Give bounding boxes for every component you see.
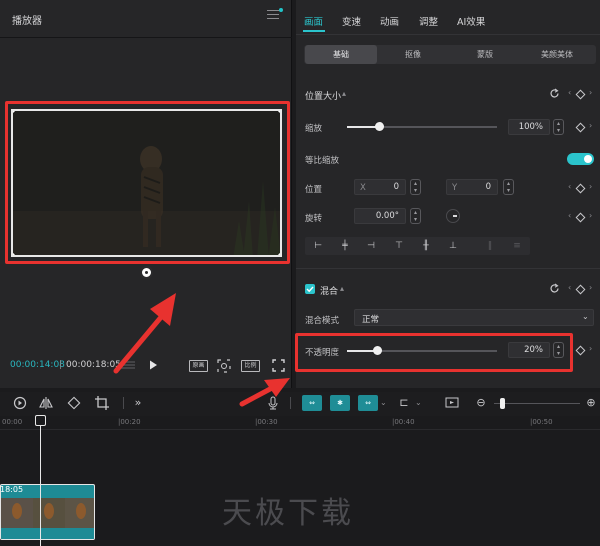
annotation-arrow-video xyxy=(113,293,176,374)
annotation-arrow-opacity xyxy=(239,378,290,407)
annotation-arrows xyxy=(113,293,290,407)
